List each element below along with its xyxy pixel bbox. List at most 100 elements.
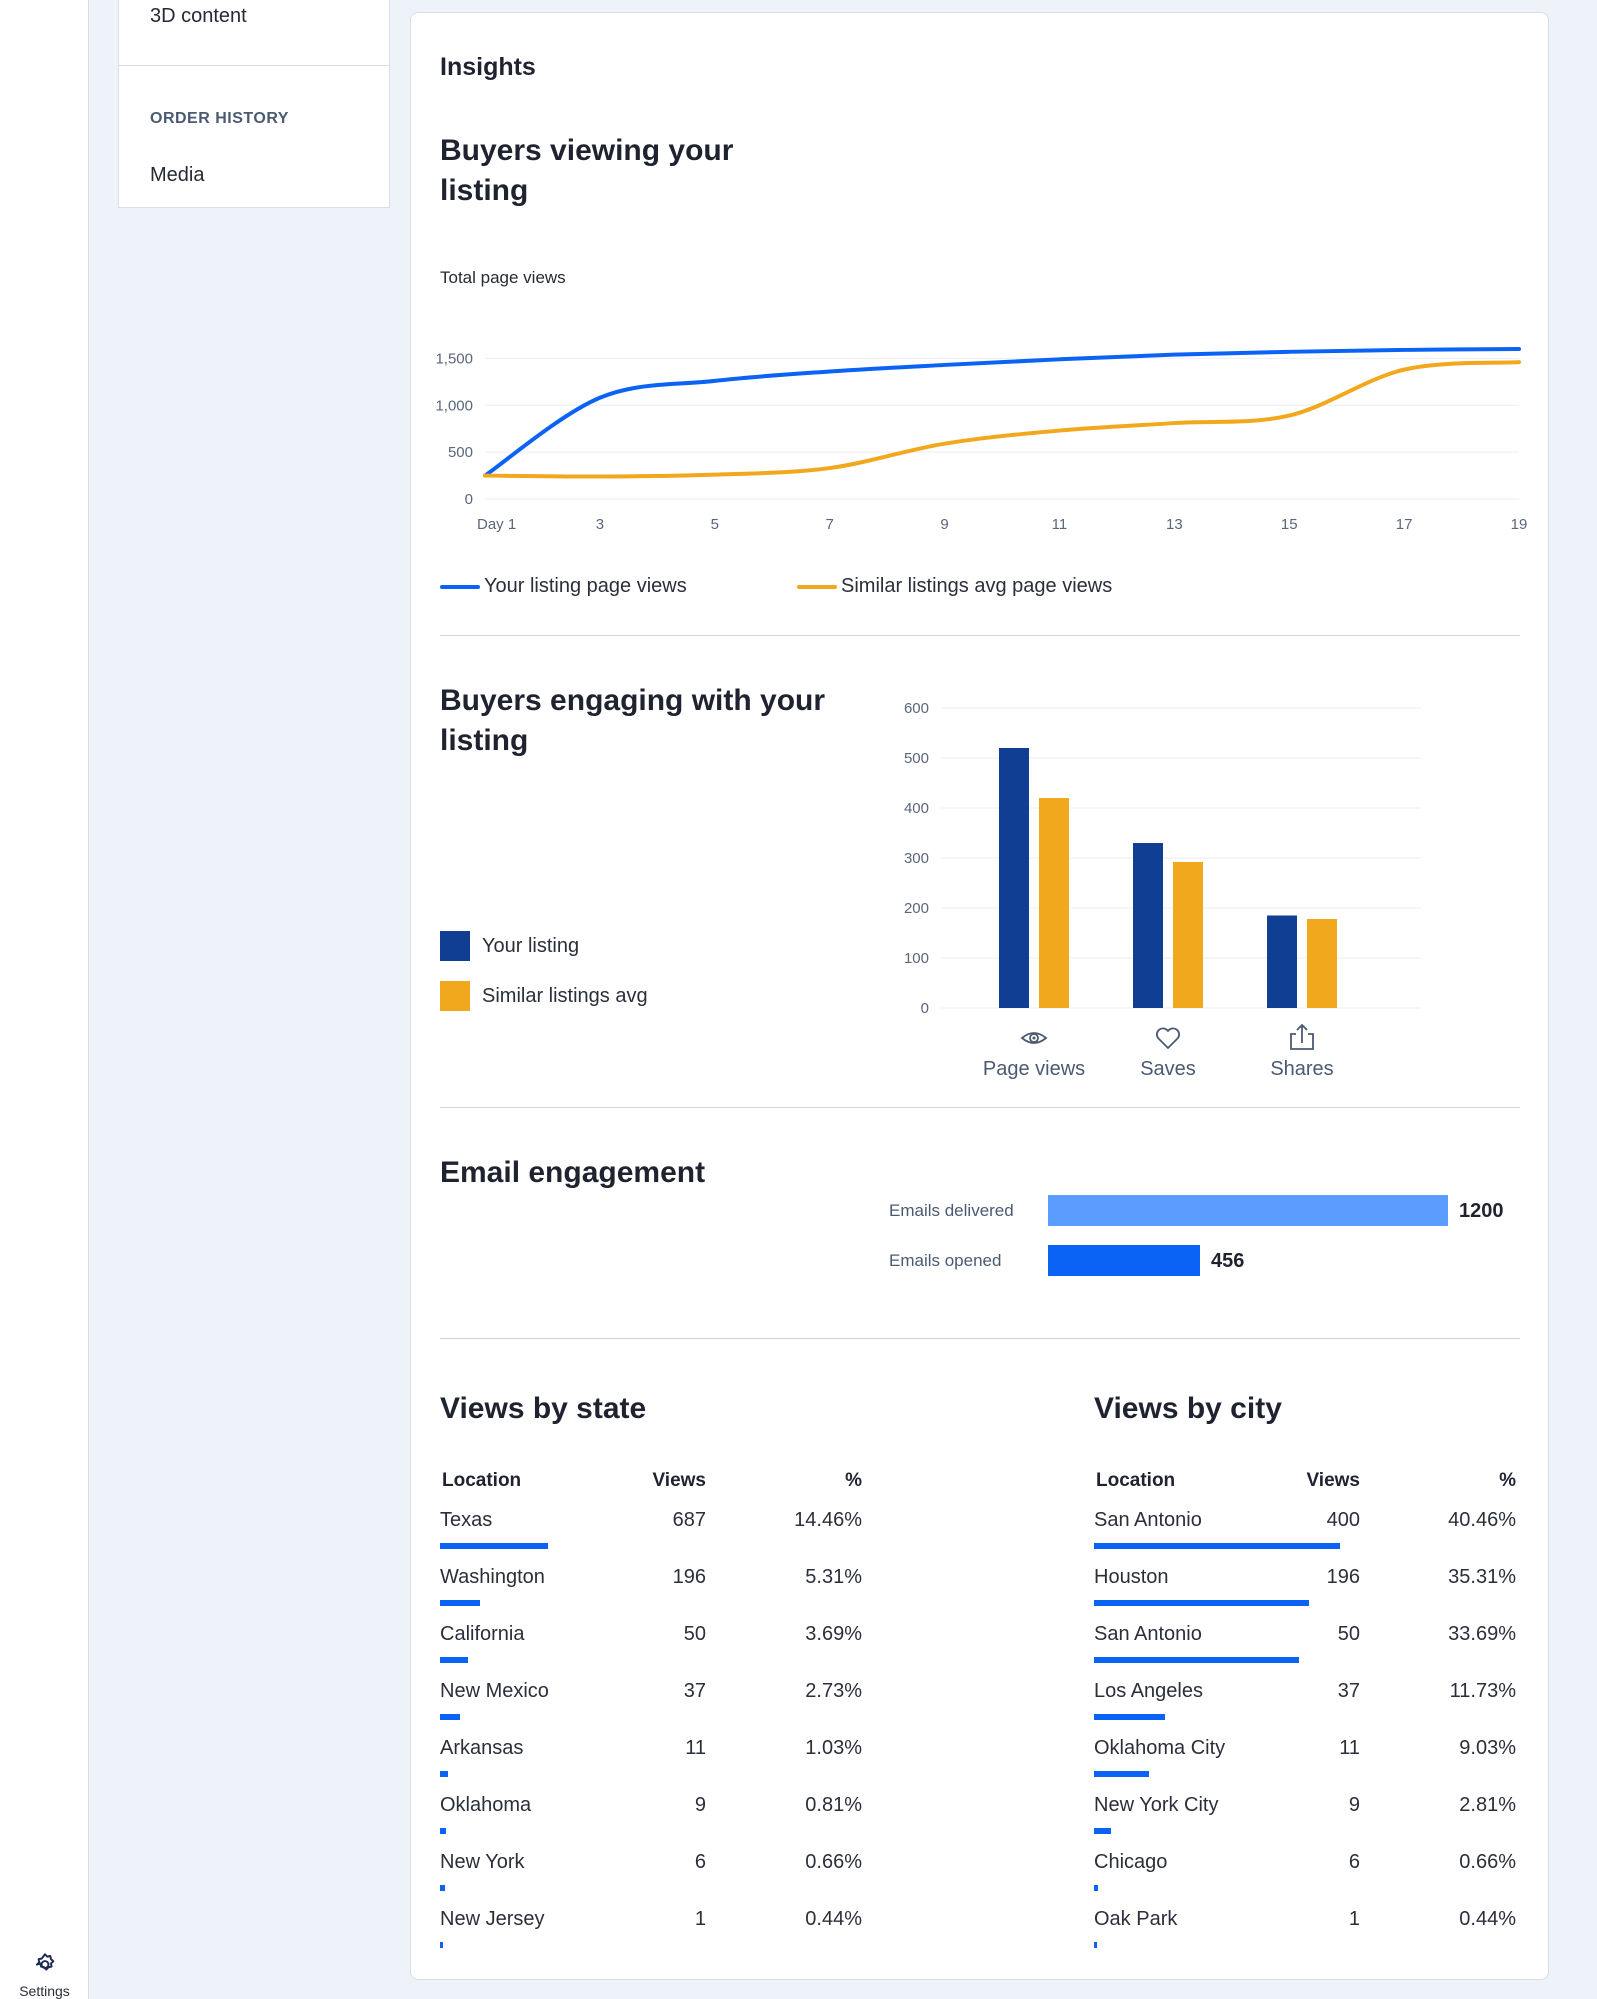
location-name: New York City	[1094, 1794, 1219, 1816]
y-tick-label: 300	[904, 850, 929, 867]
location-name: Oak Park	[1094, 1908, 1178, 1930]
location-share-bar	[1094, 1828, 1112, 1834]
similar-listings-bar-page-views	[1039, 798, 1069, 1008]
views-cell: 196	[1326, 1566, 1360, 1588]
category-label: Shares	[1270, 1058, 1333, 1080]
percent-cell: 33.69%	[1448, 1623, 1516, 1645]
x-tick-label: 17	[1396, 516, 1413, 533]
location-cell: Los Angeles	[1094, 1672, 1290, 1729]
views-cell: 1	[1348, 1908, 1360, 1930]
location-name: New Jersey	[440, 1908, 545, 1930]
your-listing-bar-shares	[1267, 915, 1297, 1008]
percent-cell: 9.03%	[1459, 1737, 1516, 1759]
y-tick-label: 0	[465, 491, 473, 508]
table-row: New Jersey 1 0.44%	[440, 1900, 862, 1957]
location-cell: New Mexico	[440, 1672, 636, 1729]
location-cell: New York	[440, 1843, 636, 1900]
subnav-item-media[interactable]: Media	[150, 164, 204, 187]
email-section-title: Email engagement	[440, 1156, 706, 1189]
percent-cell: 40.46%	[1448, 1509, 1516, 1531]
table-row: Oklahoma City 11 9.03%	[1094, 1729, 1516, 1786]
location-share-bar	[1094, 1942, 1097, 1948]
email-opened-label: Emails opened	[889, 1251, 1002, 1270]
line-legend-similar: Similar listings avg page views	[797, 575, 1112, 598]
location-name: Texas	[440, 1509, 493, 1531]
location-cell: San Antonio	[1094, 1615, 1299, 1672]
table-row: Oak Park 1 0.44%	[1094, 1900, 1516, 1957]
table-row: Houston 196 35.31%	[1094, 1558, 1516, 1615]
location-cell: New York City	[1094, 1786, 1290, 1843]
percent-cell: 2.73%	[805, 1680, 862, 1702]
section-divider	[440, 635, 1520, 636]
y-tick-label: 100	[904, 950, 929, 967]
y-tick-label: 500	[448, 444, 473, 461]
percent-cell: 0.66%	[805, 1851, 862, 1873]
share-icon	[1290, 1023, 1314, 1050]
subnav-divider	[119, 65, 389, 66]
viewing-section-title: Buyers viewing your listing	[440, 134, 734, 207]
similar-listings-bar-saves	[1173, 862, 1203, 1008]
line-chart-subtitle: Total page views	[440, 268, 566, 287]
views-cell: 50	[683, 1623, 706, 1645]
location-share-bar	[1094, 1885, 1098, 1891]
location-share-bar	[440, 1543, 548, 1549]
location-name: Houston	[1094, 1566, 1169, 1588]
subnav-heading-order-history: ORDER HISTORY	[150, 110, 289, 127]
table-row: New York 6 0.66%	[440, 1843, 862, 1900]
percent-cell: 11.73%	[1449, 1680, 1516, 1702]
location-name: New York	[440, 1851, 525, 1873]
email-opened-value: 456	[1211, 1250, 1245, 1272]
bar-legend-your: Your listing	[440, 931, 579, 961]
location-share-bar	[1094, 1657, 1299, 1663]
column-header-views: Views	[652, 1470, 706, 1491]
y-tick-label: 200	[904, 900, 929, 917]
legend-swatch-your-line	[440, 584, 480, 589]
table-row: Texas 687 14.46%	[440, 1501, 862, 1558]
line-legend-your: Your listing page views	[440, 575, 687, 598]
location-share-bar	[1094, 1600, 1309, 1606]
similar-listings-bar-shares	[1307, 919, 1337, 1008]
location-share-bar	[1094, 1714, 1166, 1720]
location-name: Oklahoma City	[1094, 1737, 1226, 1759]
percent-cell: 0.66%	[1459, 1851, 1516, 1873]
page-views-line-chart: 0 500 1,000 1,500 Day 1 3 5 7 9 11 13 15 17 19	[435, 347, 1528, 533]
column-header-percent: %	[845, 1470, 862, 1491]
location-share-bar	[440, 1714, 461, 1720]
location-cell: Houston	[1094, 1558, 1309, 1615]
column-header-location: Location	[442, 1470, 522, 1491]
table-row: Washington 196 5.31%	[440, 1558, 862, 1615]
your-listing-bar-page-views	[999, 748, 1029, 1008]
views-cell: 37	[1337, 1680, 1360, 1702]
location-cell: New Jersey	[440, 1900, 636, 1957]
percent-cell: 0.44%	[805, 1908, 862, 1930]
views-cell: 11	[685, 1737, 706, 1759]
similar-listings-series-line	[483, 360, 1521, 479]
email-delivered-label: Emails delivered	[889, 1201, 1014, 1220]
location-name: Arkansas	[440, 1737, 524, 1759]
location-name: Oklahoma	[440, 1794, 532, 1816]
table-row: Oklahoma 9 0.81%	[440, 1786, 862, 1843]
bar-legend-similar: Similar listings avg	[440, 981, 648, 1011]
table-row: San Antonio 50 33.69%	[1094, 1615, 1516, 1672]
location-share-bar	[440, 1657, 468, 1663]
views-cell: 9	[1348, 1794, 1360, 1816]
location-name: San Antonio	[1094, 1509, 1202, 1531]
settings-button[interactable]: Settings	[0, 1951, 89, 1999]
views-by-city-title: Views by city	[1094, 1392, 1282, 1425]
views-cell: 50	[1337, 1623, 1360, 1645]
location-cell: Oak Park	[1094, 1900, 1290, 1957]
y-tick-label: 0	[921, 1000, 929, 1017]
percent-cell: 3.69%	[805, 1623, 862, 1645]
location-name: California	[440, 1623, 525, 1645]
percent-cell: 35.31%	[1448, 1566, 1516, 1588]
location-cell: Texas	[440, 1501, 636, 1558]
x-tick-label: 9	[940, 516, 948, 533]
location-cell: San Antonio	[1094, 1501, 1340, 1558]
location-share-bar	[440, 1600, 480, 1606]
views-cell: 11	[1339, 1737, 1360, 1759]
subnav-item-3d-content[interactable]: 3D content	[150, 5, 247, 28]
x-tick-label: 19	[1511, 516, 1528, 533]
y-tick-label: 600	[904, 700, 929, 717]
views-cell: 6	[1348, 1851, 1360, 1873]
legend-label-your-line: Your listing page views	[484, 575, 687, 597]
